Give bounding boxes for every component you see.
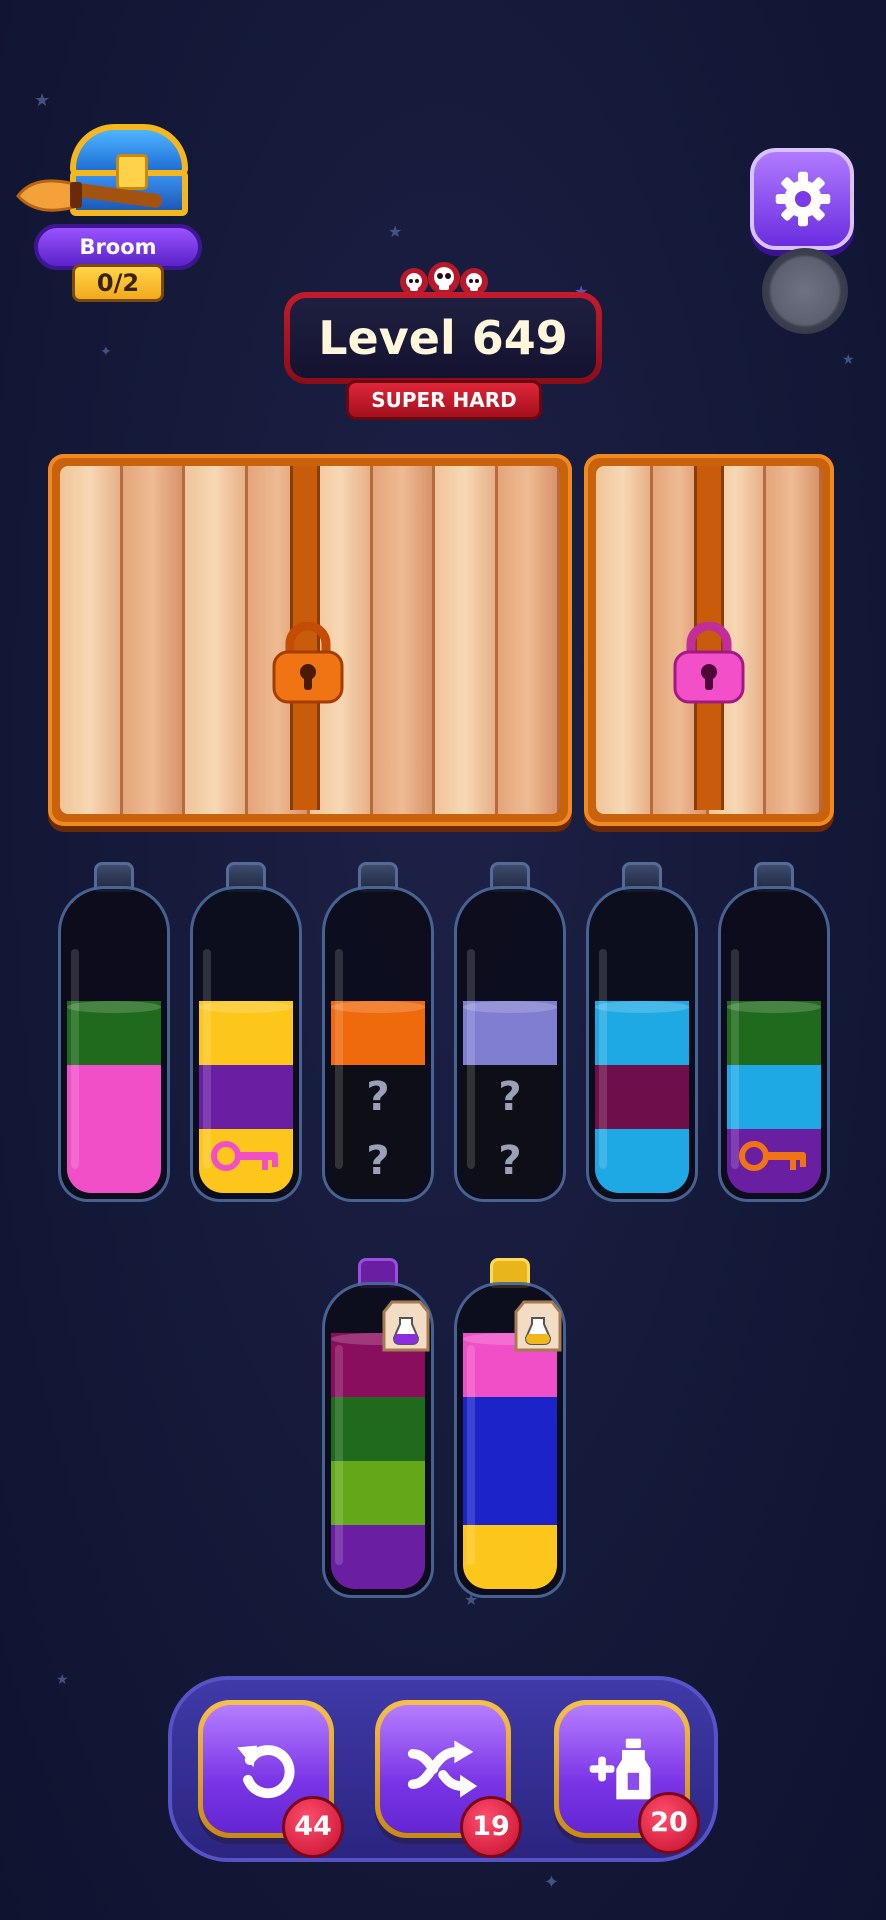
undo-count-badge: 44	[282, 1796, 344, 1858]
star-icon: ★	[388, 222, 403, 241]
bottle-liquid	[595, 1001, 689, 1193]
shuffle-count-badge: 19	[460, 1796, 522, 1858]
bottle-liquid: ??	[463, 1001, 557, 1193]
bottle-2[interactable]	[190, 862, 302, 1202]
gear-icon	[775, 171, 831, 227]
pink-key-icon	[211, 1141, 278, 1171]
orange-key-icon	[739, 1141, 806, 1171]
hidden-layer: ?	[331, 1065, 425, 1129]
liquid-layer-green	[727, 1001, 821, 1065]
bottle-3[interactable]: ??	[322, 862, 434, 1202]
broom-icon	[16, 179, 162, 212]
undo-icon	[237, 1745, 295, 1799]
bottle-7[interactable]	[322, 1258, 434, 1598]
liquid-layer-purple	[199, 1065, 293, 1129]
purple-potion-tag-icon	[382, 1300, 430, 1352]
liquid-layer-yellow	[463, 1525, 557, 1589]
bottle-8[interactable]	[454, 1258, 566, 1598]
broom-streak-count: 0/2	[72, 264, 164, 302]
bottle-1[interactable]	[58, 862, 170, 1202]
assistive-touch-button[interactable]	[762, 248, 848, 334]
hidden-layer: ?	[463, 1065, 557, 1129]
bottle-liquid	[67, 1001, 161, 1193]
level-banner: Level 649	[284, 292, 602, 384]
padlock-icon	[272, 622, 344, 704]
liquid-layer-green	[331, 1397, 425, 1461]
add-bottle-count-badge: 20	[638, 1792, 700, 1854]
liquid-layer-cyan	[595, 1001, 689, 1065]
padlock-icon	[673, 622, 745, 704]
bottle-liquid	[331, 1333, 425, 1589]
locked-crate-pink	[584, 454, 834, 826]
star-icon: ✦	[544, 1872, 560, 1893]
liquid-layer-cyan	[595, 1129, 689, 1193]
liquid-layer-cyan	[727, 1065, 821, 1129]
level-title: Level 649	[290, 298, 596, 378]
shuffle-icon	[407, 1740, 478, 1798]
bottle-liquid: ??	[331, 1001, 425, 1193]
broom-streak[interactable]: Broom Streak 0/2	[14, 118, 210, 302]
liquid-layer-pink	[67, 1065, 161, 1129]
liquid-layer-green	[67, 1001, 161, 1065]
settings-button[interactable]	[750, 148, 854, 250]
add-bottle-icon	[589, 1738, 651, 1800]
liquid-layer-pink	[67, 1129, 161, 1193]
hidden-layer: ?	[331, 1129, 425, 1193]
bottle-4[interactable]: ??	[454, 862, 566, 1202]
liquid-layer-lime	[331, 1461, 425, 1525]
star-icon: ★	[842, 352, 855, 368]
liquid-layer-yellow	[199, 1001, 293, 1065]
hidden-layer: ?	[463, 1129, 557, 1193]
liquid-layer-lavender	[463, 1001, 557, 1065]
liquid-layer-blue	[463, 1461, 557, 1525]
locked-crate-orange	[48, 454, 572, 826]
yellow-potion-tag-icon	[514, 1300, 562, 1352]
liquid-layer-purple	[331, 1525, 425, 1589]
star-icon: ★	[34, 90, 51, 111]
star-icon: ✦	[100, 344, 112, 360]
liquid-layer-maroon	[595, 1065, 689, 1129]
bottle-liquid	[463, 1333, 557, 1589]
star-icon: ★	[56, 1672, 69, 1688]
bottle-5[interactable]	[586, 862, 698, 1202]
liquid-layer-blue	[463, 1397, 557, 1461]
liquid-layer-orange	[331, 1001, 425, 1065]
bottle-6[interactable]	[718, 862, 830, 1202]
difficulty-badge: SUPER HARD	[346, 380, 542, 420]
